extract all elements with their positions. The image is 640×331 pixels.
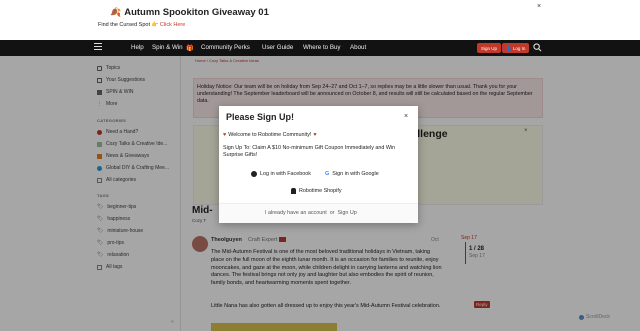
modal-footer-text: I already have an account or Sign Up (265, 210, 357, 216)
modal-title: Please Sign Up! (226, 112, 295, 122)
login-button[interactable]: 👤 Log In (502, 43, 530, 53)
announcement-banner (0, 0, 640, 40)
top-nav: Help Spin & Win 🎁 Community Perks User G… (0, 40, 640, 56)
signup-button[interactable]: Sign Up (477, 43, 502, 53)
gift-icon: 🎁 (186, 45, 194, 52)
search-icon[interactable] (533, 43, 542, 52)
facebook-login-button[interactable]: Log in with Facebook (251, 171, 311, 177)
modal-welcome: ♥ Welcome to Robotime Community! ♥ (223, 132, 317, 138)
user-icon: 👤 (506, 46, 512, 51)
nav-help[interactable]: Help (131, 44, 144, 51)
banner-close-button[interactable]: × (537, 3, 541, 10)
shopify-login-button[interactable]: Robotime Shopify (291, 188, 342, 194)
heart-icon: ♥ (223, 132, 227, 138)
banner-title: 🍂 Autumn Spookiton Giveaway 01 (110, 7, 269, 18)
heart-icon: ♥ (313, 132, 317, 138)
nav-spin-win[interactable]: Spin & Win (152, 44, 183, 51)
nav-community-perks[interactable]: Community Perks (201, 44, 250, 51)
google-login-button[interactable]: G Sign in with Google (325, 171, 379, 177)
user-icon (291, 188, 296, 194)
existing-account-link[interactable]: I already have an account (265, 210, 327, 216)
modal-description: Sign Up To: Claim A $10 No-minimum Gift … (223, 145, 396, 159)
google-icon: G (325, 171, 330, 177)
leaf-icon: 🍂 (110, 7, 122, 17)
close-icon[interactable]: × (404, 113, 408, 120)
hamburger-menu-icon[interactable] (94, 43, 102, 52)
modal-signup-link[interactable]: Sign Up (338, 210, 357, 216)
nav-where-to-buy[interactable]: Where to Buy (303, 44, 341, 51)
nav-user-guide[interactable]: User Guide (262, 44, 293, 51)
pointing-hand-icon: 👉 (151, 22, 159, 28)
nav-about[interactable]: About (350, 44, 366, 51)
facebook-icon (251, 171, 257, 177)
banner-cta-link[interactable]: Click Here (160, 22, 185, 28)
banner-subtitle: Find the Cursed Spot 👉 Click Here (98, 22, 186, 28)
